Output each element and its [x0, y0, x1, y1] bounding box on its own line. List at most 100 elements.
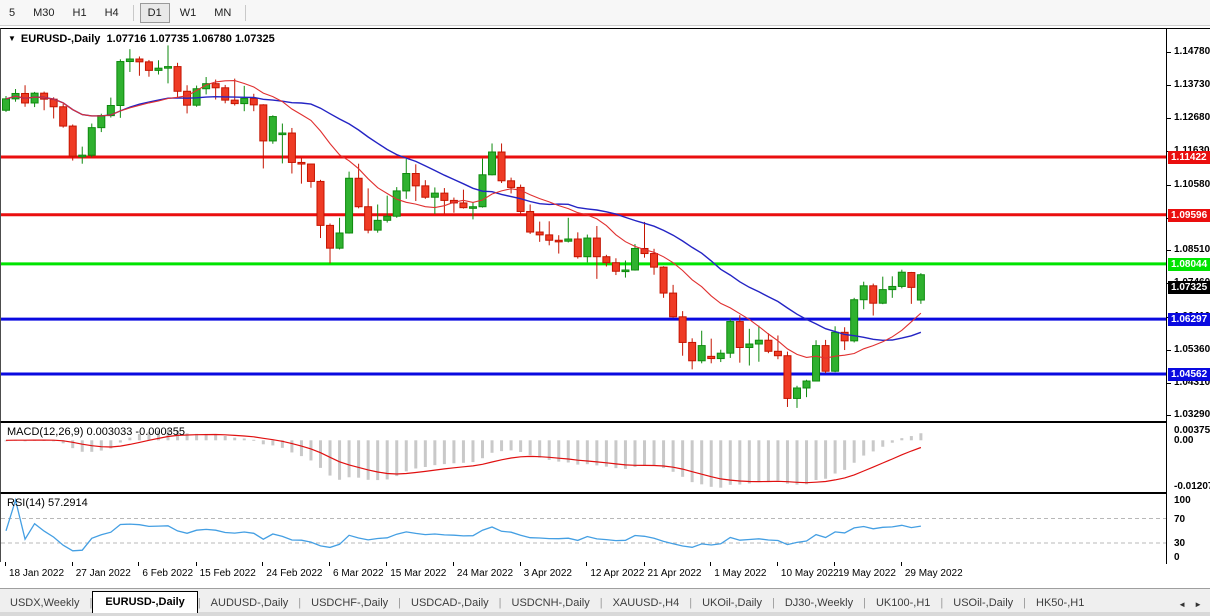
main-chart-pane[interactable] — [0, 28, 1167, 422]
timeframe-button-d1[interactable]: D1 — [140, 3, 170, 23]
tab-scroll-right-icon[interactable]: ► — [1190, 596, 1206, 613]
rsi-axis-label: 70 — [1174, 514, 1185, 525]
rsi-axis-label: 100 — [1174, 495, 1191, 506]
timeframe-button-5[interactable]: 5 — [1, 3, 23, 23]
timeframe-toolbar: 5M30H1H4 D1W1MN — [0, 0, 1210, 26]
candle-body — [670, 293, 677, 317]
macd-histogram-bar — [853, 440, 856, 462]
timeframe-button-m30[interactable]: M30 — [25, 3, 62, 23]
date-axis-label: 29 May 2022 — [905, 568, 963, 579]
timeframe-button-w1[interactable]: W1 — [172, 3, 205, 23]
date-axis-label: 21 Apr 2022 — [648, 568, 702, 579]
price-axis-label: 1.03290 — [1174, 409, 1210, 420]
candle-body — [336, 233, 343, 248]
candle-body — [288, 133, 295, 162]
candle-body — [765, 340, 772, 351]
price-axis-label: 1.13730 — [1174, 79, 1210, 90]
macd-histogram-bar — [462, 440, 465, 463]
date-axis-tick — [138, 562, 139, 566]
candle-body — [422, 186, 429, 197]
timeframe-button-h1[interactable]: H1 — [65, 3, 95, 23]
price-axis[interactable]: 1.147801.137301.126801.116301.105801.095… — [1166, 28, 1210, 563]
macd-histogram-bar — [491, 440, 494, 452]
macd-histogram-bar — [243, 439, 246, 441]
candle-body — [689, 342, 696, 360]
candle-body — [631, 248, 638, 270]
candle-body — [441, 193, 448, 200]
candle-body — [212, 84, 219, 88]
price-axis-label: 1.05360 — [1174, 344, 1210, 355]
macd-histogram-bar — [681, 440, 684, 477]
macd-histogram-bar — [500, 440, 503, 451]
candle-body — [717, 353, 724, 358]
macd-histogram-bar — [233, 438, 236, 441]
candle-body — [307, 164, 314, 181]
candle-body — [793, 388, 800, 398]
tab-audusd-daily[interactable]: AUDUSD-,Daily — [201, 594, 299, 613]
ma-fast-line — [6, 81, 921, 359]
macd-histogram-bar — [748, 440, 751, 483]
rsi-pane[interactable]: RSI(14) 57.2914 — [0, 493, 1167, 564]
price-axis-tick — [1167, 250, 1171, 251]
tab-uk100-h1[interactable]: UK100-,H1 — [866, 594, 940, 613]
macd-histogram-bar — [662, 440, 665, 468]
ma-slow-line — [6, 96, 921, 340]
rsi-axis-label: 30 — [1174, 538, 1185, 549]
candle-body — [260, 105, 267, 141]
candle-body — [98, 116, 105, 128]
macd-histogram-bar — [834, 440, 837, 473]
date-axis-label: 18 Jan 2022 — [9, 568, 64, 579]
tab-dj30-weekly[interactable]: DJ30-,Weekly — [775, 594, 863, 613]
macd-histogram-bar — [738, 440, 741, 484]
candle-body — [60, 107, 67, 126]
macd-pane[interactable]: MACD(12,26,9) 0.003033 -0.000355 — [0, 422, 1167, 493]
rsi-label: RSI(14) 57.2914 — [7, 497, 88, 509]
candle-body — [117, 62, 124, 106]
candle-body — [412, 174, 419, 186]
rsi-axis-label: 0 — [1174, 552, 1180, 563]
candle-body — [727, 322, 734, 354]
candle-body — [651, 254, 658, 268]
date-axis-tick — [386, 562, 387, 566]
price-axis-tick — [1167, 52, 1171, 53]
macd-histogram-bar — [348, 440, 351, 477]
candle-body — [736, 322, 743, 348]
candle-body — [88, 128, 95, 156]
date-axis-label: 24 Mar 2022 — [457, 568, 513, 579]
chart-symbol-label: EURUSD-,Daily — [21, 33, 100, 45]
price-label-1.11422: 1.11422 — [1168, 151, 1210, 164]
candlestick-canvas[interactable] — [1, 29, 1167, 419]
macd-histogram-bar — [405, 440, 408, 471]
tab-hk50-h1[interactable]: HK50-,H1 — [1026, 594, 1094, 613]
macd-histogram-bar — [700, 440, 703, 484]
timeframe-button-mn[interactable]: MN — [206, 3, 239, 23]
tab-scroll-left-icon[interactable]: ◄ — [1174, 596, 1190, 613]
macd-histogram-bar — [471, 440, 474, 462]
tab-ukoil-daily[interactable]: UKOil-,Daily — [692, 594, 772, 613]
macd-histogram-bar — [424, 440, 427, 467]
date-axis[interactable]: 18 Jan 202227 Jan 20226 Feb 202215 Feb 2… — [0, 562, 1166, 588]
current-price-label: 1.07325 — [1168, 281, 1210, 294]
timeframe-button-h4[interactable]: H4 — [97, 3, 127, 23]
price-axis-tick — [1167, 383, 1171, 384]
tab-usdcnh-daily[interactable]: USDCNH-,Daily — [502, 594, 600, 613]
macd-histogram-bar — [538, 440, 541, 457]
candle-body — [346, 178, 353, 233]
macd-histogram-bar — [271, 440, 274, 445]
rsi-canvas[interactable] — [1, 494, 1167, 561]
macd-histogram-bar — [815, 440, 818, 480]
macd-histogram-bar — [919, 433, 922, 440]
macd-histogram-bar — [767, 440, 770, 481]
candle-body — [498, 152, 505, 181]
tab-usdx-weekly[interactable]: USDX,Weekly — [0, 594, 89, 613]
date-axis-label: 27 Jan 2022 — [76, 568, 131, 579]
tab-eurusd-daily[interactable]: EURUSD-,Daily — [92, 591, 197, 613]
date-axis-label: 10 May 2022 — [781, 568, 839, 579]
tab-usoil-daily[interactable]: USOil-,Daily — [943, 594, 1023, 613]
tab-xauusd-h4[interactable]: XAUUSD-,H4 — [603, 594, 690, 613]
symbol-dropdown-icon[interactable]: ▼ — [8, 34, 16, 43]
macd-histogram-bar — [576, 440, 579, 464]
tab-usdcad-daily[interactable]: USDCAD-,Daily — [401, 594, 499, 613]
candle-body — [145, 62, 152, 71]
tab-usdchf-daily[interactable]: USDCHF-,Daily — [301, 594, 398, 613]
